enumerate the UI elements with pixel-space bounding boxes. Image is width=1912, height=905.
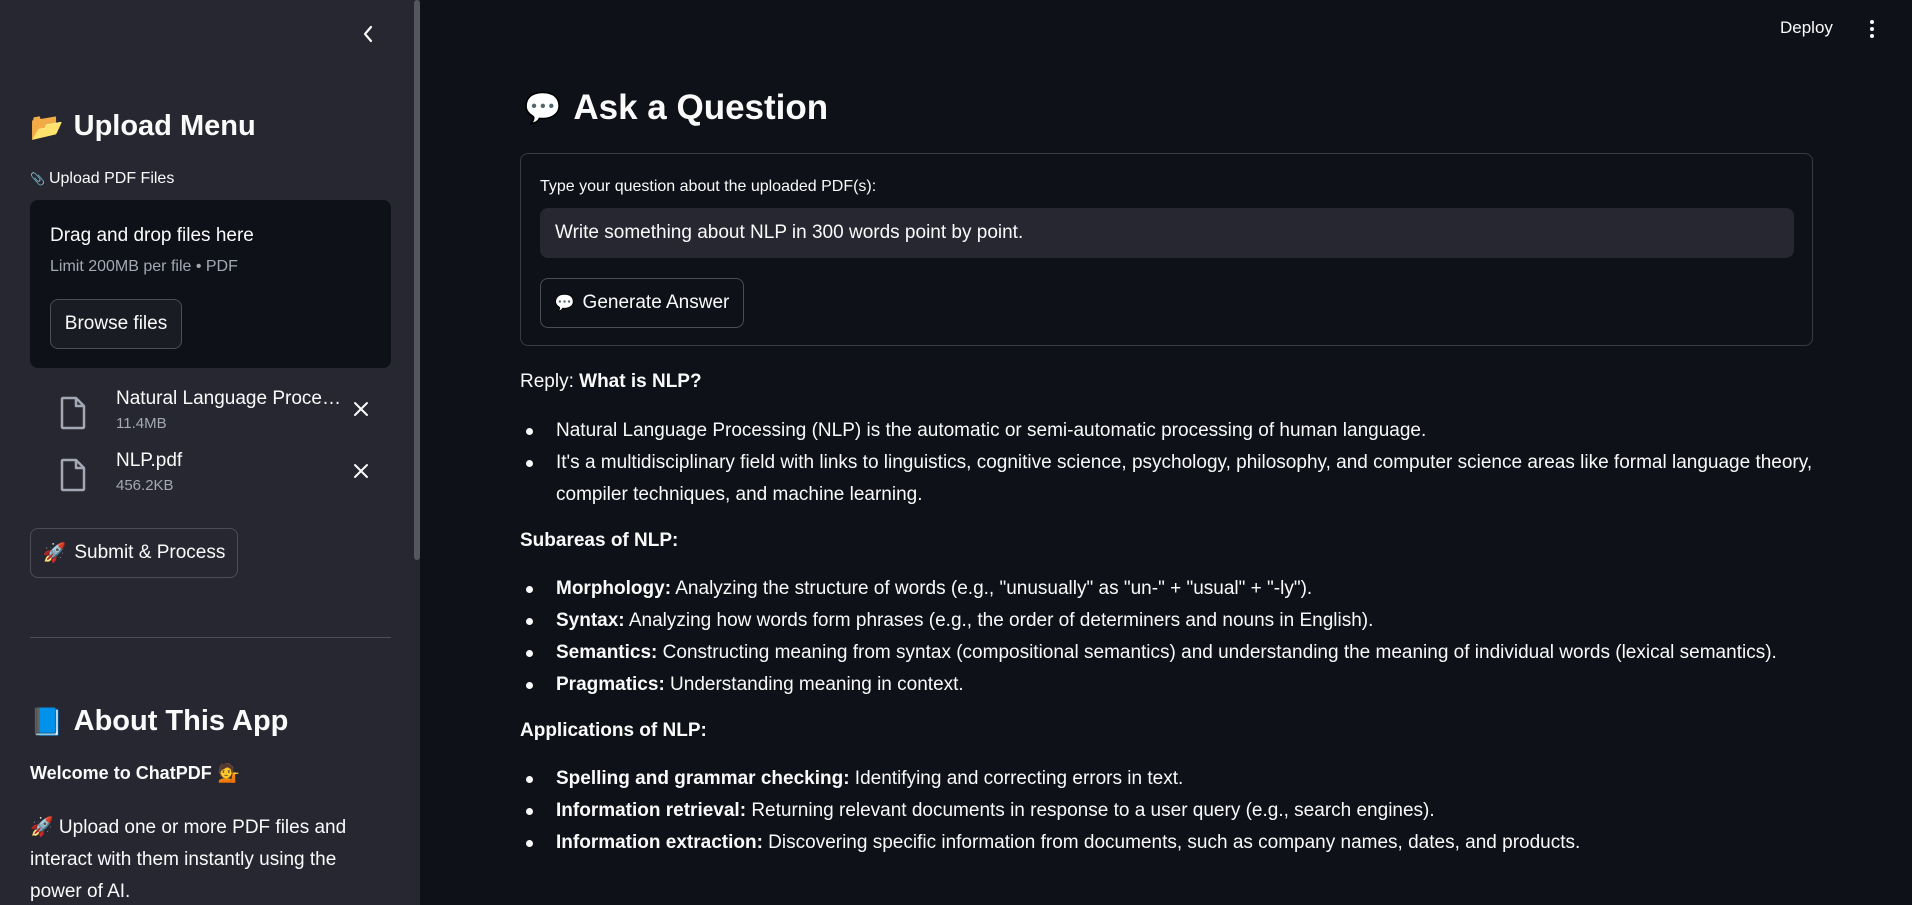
list-item-term: Information extraction: [556,832,763,853]
welcome-label: Welcome to ChatPDF [30,763,212,783]
question-form: Type your question about the uploaded PD… [520,153,1813,346]
sidebar: 📂 Upload Menu 📎 Upload PDF Files Drag an… [0,0,420,905]
list-item: Natural Language Processing (NLP) is the… [520,415,1820,447]
reply-intro: Reply: What is NLP? [520,370,1820,394]
dropzone-limit: Limit 200MB per file • PDF [50,258,238,275]
list-item: Information extraction: Discovering spec… [520,827,1820,859]
list-item-term: Morphology: [556,578,672,599]
file-name: Natural Language Processing.pdf [116,388,344,409]
page-title-text: Ask a Question [573,88,829,127]
question-label: Type your question about the uploaded PD… [540,178,877,195]
folder-icon: 📂 [30,111,64,142]
upload-label-text: Upload PDF Files [48,170,175,187]
person-icon: 💁 [217,763,241,783]
file-icon [60,458,86,492]
sidebar-divider [30,637,391,638]
list-item-text: Discovering specific information from do… [762,832,1581,853]
uploaded-file-item: Natural Language Processing.pdf 11.4MB [58,388,378,436]
generate-answer-label: Generate Answer [582,292,730,313]
main-menu-button[interactable] [1862,16,1882,42]
uploaded-file-item: NLP.pdf 456.2KB [58,450,378,498]
list-item-term: Spelling and grammar checking: [556,768,850,789]
file-icon [60,396,86,430]
kebab-dot [1870,20,1874,24]
list-item-term: Semantics: [556,642,658,663]
close-icon [354,464,368,478]
list-item-text: Understanding meaning in context. [664,674,964,695]
subareas-heading: Subareas of NLP: [520,529,1820,553]
subareas-heading-text: Subareas of NLP: [520,530,679,551]
list-item: Information retrieval: Returning relevan… [520,795,1820,827]
dropzone-title: Drag and drop files here [50,225,254,246]
submit-process-button[interactable]: 🚀 Submit & Process [30,528,238,578]
file-dropzone[interactable]: Drag and drop files here Limit 200MB per… [30,200,391,368]
speech-bubble-icon: 💬 [524,91,562,125]
generate-answer-button[interactable]: 💬 Generate Answer [540,278,744,328]
collapse-sidebar-button[interactable] [356,20,380,48]
list-item-text: Returning relevant documents in response… [746,800,1435,821]
reply-output: Reply: What is NLP? Natural Language Pro… [520,370,1820,859]
list-item-text: Identifying and correcting errors in tex… [849,768,1184,789]
about-description: 🚀 Upload one or more PDF files and inter… [30,817,347,902]
close-icon [354,402,368,416]
list-item: It's a multidisciplinary field with link… [520,447,1820,511]
applications-heading: Applications of NLP: [520,719,1820,743]
list-item: Spelling and grammar checking: Identifyi… [520,763,1820,795]
list-item-text: Analyzing how words form phrases (e.g., … [624,610,1374,631]
list-item-term: Pragmatics: [556,674,665,695]
list-item-text: Constructing meaning from syntax (compos… [657,642,1777,663]
book-icon: 📘 [30,706,64,737]
paperclip-icon: 📎 [30,172,45,186]
reply-heading: What is NLP? [579,371,702,392]
speech-bubble-icon: 💬 [554,295,575,312]
rocket-icon: 🚀 [42,543,67,564]
list-item: Morphology: Analyzing the structure of w… [520,573,1820,605]
list-item-term: Syntax: [556,610,625,631]
list-item: Syntax: Analyzing how words form phrases… [520,605,1820,637]
upload-menu-heading: 📂 Upload Menu [30,110,256,143]
subareas-list: Morphology: Analyzing the structure of w… [520,573,1820,701]
remove-file-button[interactable] [348,396,374,422]
list-item-term: Information retrieval: [556,800,747,821]
file-size: 456.2KB [116,477,174,494]
applications-list: Spelling and grammar checking: Identifyi… [520,763,1820,859]
file-size: 11.4MB [116,415,167,432]
remove-file-button[interactable] [348,458,374,484]
chevron-left-icon [363,25,373,43]
about-heading: 📘 About This App [30,705,288,738]
sidebar-scrollbar[interactable] [414,0,420,560]
file-name: NLP.pdf [116,450,183,471]
what-is-list: Natural Language Processing (NLP) is the… [520,415,1820,511]
upload-menu-title: Upload Menu [73,110,256,142]
applications-heading-text: Applications of NLP: [520,720,707,741]
upload-label: 📎 Upload PDF Files [30,170,174,188]
question-input[interactable]: Write something about NLP in 300 words p… [540,208,1794,258]
kebab-dot [1870,34,1874,38]
browse-files-button[interactable]: Browse files [50,299,182,349]
list-item: Semantics: Constructing meaning from syn… [520,637,1820,669]
reply-prefix: Reply: [520,371,574,392]
welcome-text: Welcome to ChatPDF 💁 [30,763,240,784]
submit-process-label: Submit & Process [74,542,226,563]
list-item-text: Analyzing the structure of words (e.g., … [671,578,1313,599]
about-title: About This App [73,705,289,737]
page-title: 💬 Ask a Question [524,88,828,128]
deploy-button[interactable]: Deploy [1780,18,1833,38]
list-item: Pragmatics: Understanding meaning in con… [520,669,1820,701]
kebab-dot [1870,27,1874,31]
